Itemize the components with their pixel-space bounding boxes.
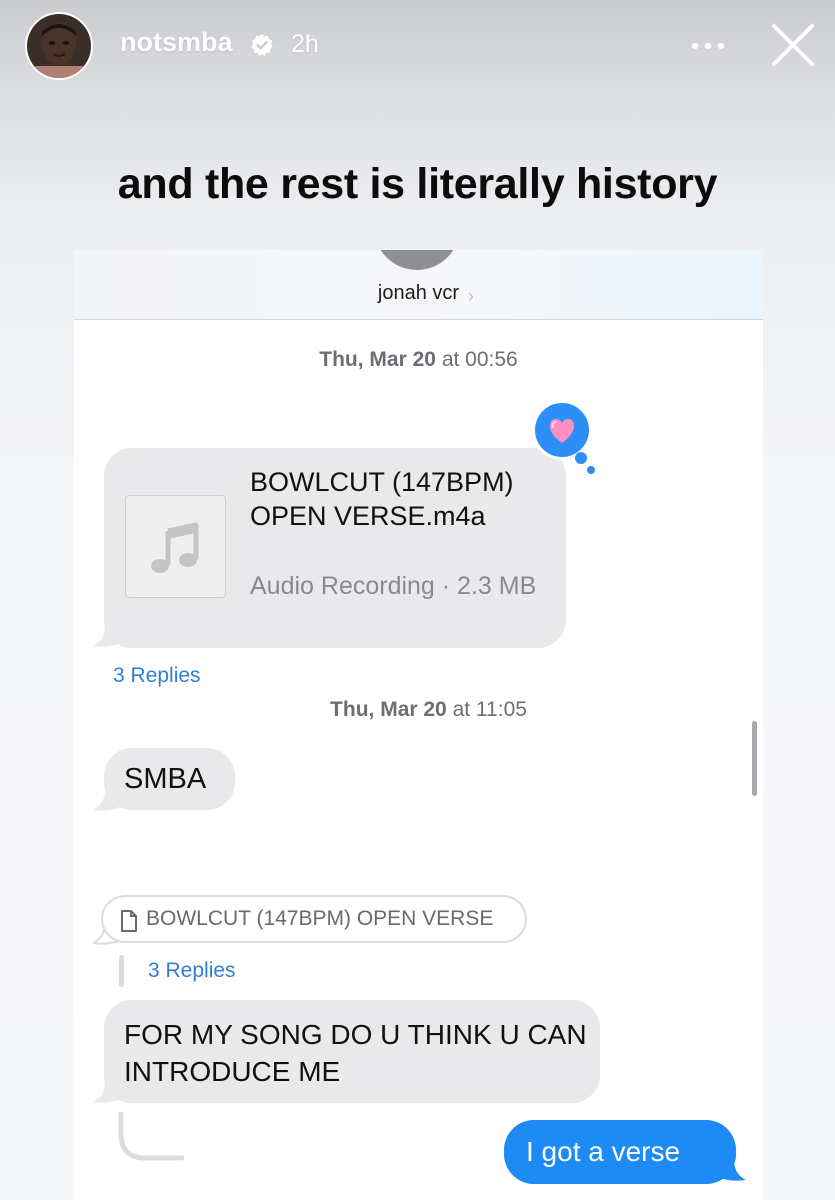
music-note-icon [151,522,199,573]
timestamp-1: Thu, Mar 20 at 00:56 [74,348,763,372]
story-caption: and the rest is literally history [117,160,718,208]
quoted-text: BOWLCUT (147BPM) OPEN VERSE [146,907,494,930]
scrollbar[interactable] [752,721,757,796]
audio-attachment-bubble[interactable]: BOWLCUT (147BPM) OPEN VERSE.m4a Audio Re… [104,448,566,648]
chevron-right-icon: › [468,286,474,306]
quoted-reply-pill[interactable]: BOWLCUT (147BPM) OPEN VERSE [101,895,527,943]
contact-avatar[interactable] [374,250,460,270]
timestamp-2: Thu, Mar 20 at 11:05 [84,698,763,722]
timestamp-2-day: Thu, Mar 20 [330,698,447,721]
timestamp-1-day: Thu, Mar 20 [319,348,436,371]
timestamp-1-time: at 00:56 [435,348,518,371]
messages-screenshot: jonah vcr › Thu, Mar 20 at 00:56 BOWLCUT… [74,250,763,1200]
audio-file-name: BOWLCUT (147BPM) OPEN VERSE.m4a [250,467,514,531]
story-username[interactable]: notsmba [120,27,233,58]
story-header: notsmba 2h [0,0,835,95]
thread-line [119,955,124,987]
story-time-ago: 2h [291,30,319,58]
verified-badge-icon [251,34,273,56]
message-bubble-sent[interactable]: I got a verse [504,1120,736,1184]
close-icon[interactable] [770,22,816,68]
heart-icon[interactable] [529,400,595,476]
document-icon [121,910,137,932]
replies-link-2[interactable]: 3 Replies [148,959,236,983]
avatar[interactable] [25,12,93,80]
thread-connector [118,1112,184,1161]
audio-file-meta: Audio Recording · 2.3 MB [250,572,537,600]
timestamp-2-time: at 11:05 [446,698,527,721]
contact-name[interactable]: jonah vcr [74,282,763,305]
replies-link-1[interactable]: 3 Replies [113,664,201,688]
message-bubble-song[interactable]: FOR MY SONG DO U THINK U CAN INTRODUCE M… [104,1000,600,1103]
conversation-header[interactable]: jonah vcr › [74,250,763,320]
message-bubble-smba[interactable]: SMBA [104,748,235,810]
avatar-image [27,14,91,78]
audio-file-thumbnail [125,495,226,598]
more-horizontal-icon[interactable] [688,32,728,56]
